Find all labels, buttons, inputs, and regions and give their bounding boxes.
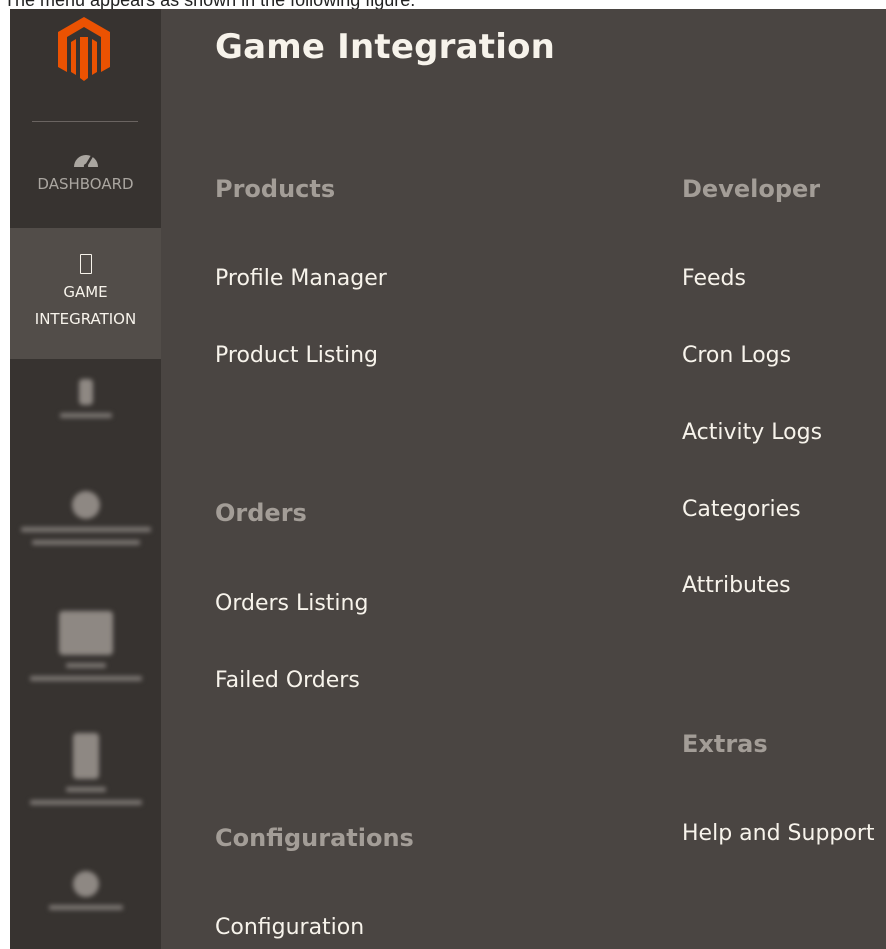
menu-link-configuration[interactable]: Configuration bbox=[215, 915, 364, 940]
menu-link-cron-logs[interactable]: Cron Logs bbox=[682, 343, 791, 368]
magento-logo-icon[interactable] bbox=[54, 15, 114, 85]
menu-link-feeds[interactable]: Feeds bbox=[682, 266, 746, 291]
admin-sidebar: DASHBOARD GAME INTEGRATION bbox=[10, 9, 161, 949]
game-integration-menu-panel: Game Integration Products Profile Manage… bbox=[161, 9, 886, 949]
sidebar-item-blurred[interactable] bbox=[10, 379, 161, 418]
menu-link-activity-logs[interactable]: Activity Logs bbox=[682, 420, 822, 445]
speedometer-icon bbox=[73, 155, 98, 169]
sidebar-item-blurred[interactable] bbox=[10, 611, 161, 681]
sidebar-item-label: GAME bbox=[63, 283, 108, 301]
menu-link-categories[interactable]: Categories bbox=[682, 497, 801, 522]
logo-divider bbox=[32, 121, 138, 122]
rectangle-icon bbox=[79, 254, 92, 274]
section-title-developer: Developer bbox=[682, 175, 821, 203]
sidebar-item-blurred[interactable] bbox=[10, 491, 161, 545]
sidebar-item-label: DASHBOARD bbox=[37, 175, 134, 193]
menu-link-attributes[interactable]: Attributes bbox=[682, 573, 791, 598]
sidebar-item-game-integration[interactable]: GAME INTEGRATION bbox=[10, 228, 161, 359]
section-title-configurations: Configurations bbox=[215, 824, 414, 852]
section-title-orders: Orders bbox=[215, 499, 307, 527]
menu-link-orders-listing[interactable]: Orders Listing bbox=[215, 591, 368, 616]
menu-link-failed-orders[interactable]: Failed Orders bbox=[215, 668, 360, 693]
menu-link-help-and-support[interactable]: Help and Support bbox=[682, 821, 875, 846]
section-title-extras: Extras bbox=[682, 730, 768, 758]
sidebar-item-blurred[interactable] bbox=[10, 871, 161, 910]
section-title-products: Products bbox=[215, 175, 336, 203]
menu-link-product-listing[interactable]: Product Listing bbox=[215, 343, 378, 368]
sidebar-item-label: INTEGRATION bbox=[34, 310, 137, 328]
sidebar-item-blurred[interactable] bbox=[10, 733, 161, 805]
sidebar-item-dashboard[interactable]: DASHBOARD bbox=[10, 147, 161, 227]
menu-link-profile-manager[interactable]: Profile Manager bbox=[215, 266, 387, 291]
panel-title: Game Integration bbox=[215, 27, 556, 67]
